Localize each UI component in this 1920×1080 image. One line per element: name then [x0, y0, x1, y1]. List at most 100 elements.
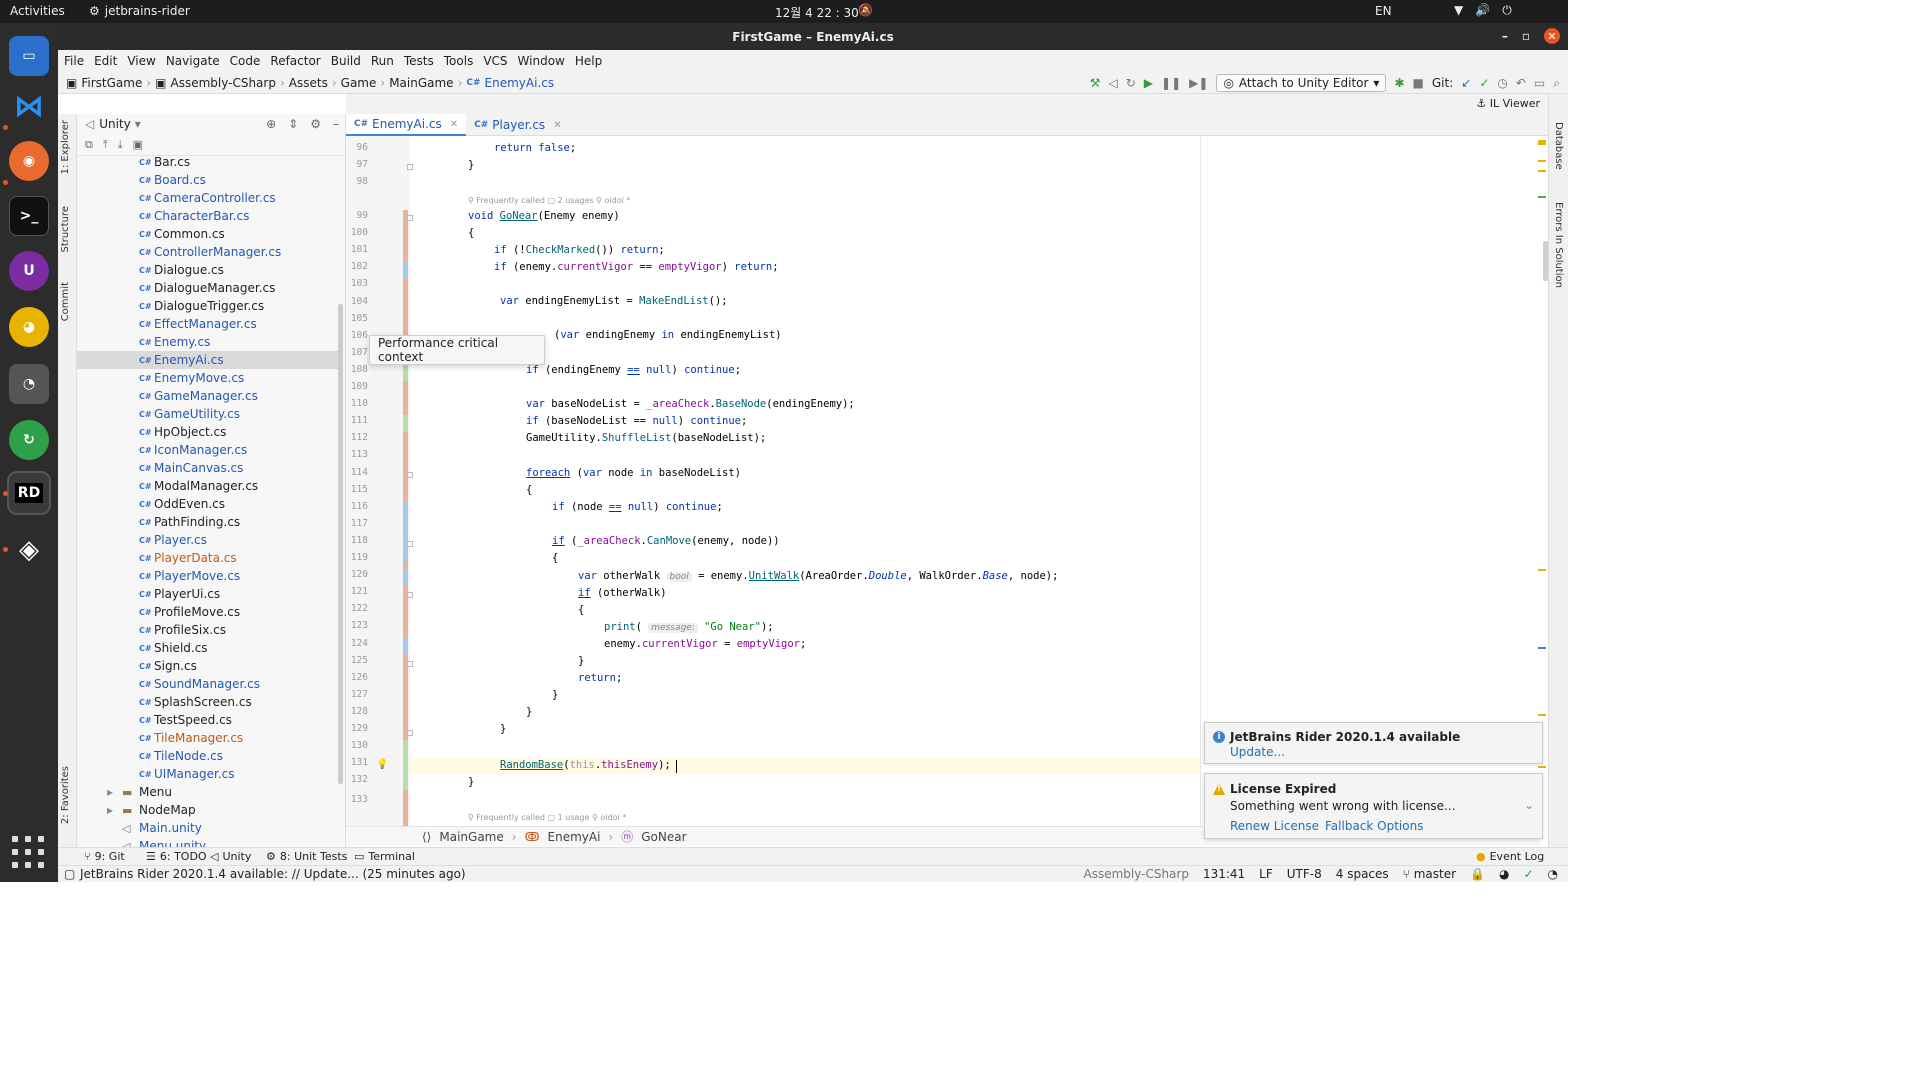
expand-chevron-icon[interactable]: ⌄ [1524, 798, 1534, 812]
menu-window[interactable]: Window [518, 54, 565, 68]
menu-vcs[interactable]: VCS [483, 54, 507, 68]
file-tree-item[interactable]: C# GameUtility.cs [77, 405, 339, 423]
menu-tests[interactable]: Tests [404, 54, 434, 68]
terminal-toolwindow[interactable]: ▭ Terminal [354, 850, 415, 863]
menu-build[interactable]: Build [331, 54, 361, 68]
breadcrumb-game[interactable]: Game [341, 76, 377, 90]
status-caret-position[interactable]: 131:41 [1203, 867, 1245, 881]
warning-marker[interactable] [1538, 714, 1546, 716]
file-tree-item[interactable]: C# PathFinding.cs [77, 513, 339, 531]
scene-tree-item[interactable]: ◁ Menu.unity [77, 837, 339, 847]
unit-tests-toolwindow[interactable]: ⚙ 8: Unit Tests [266, 850, 347, 863]
file-tree-item[interactable]: C# ProfileMove.cs [77, 603, 339, 621]
locate-icon[interactable]: ⊕ [266, 117, 276, 131]
scene-tree-item[interactable]: ◁ Main.unity [77, 819, 339, 837]
status-encoding[interactable]: UTF-8 [1287, 867, 1322, 881]
lock-icon[interactable]: 🔒 [1470, 867, 1485, 881]
notifications-muted-icon[interactable]: 🔕 [858, 3, 873, 17]
breadcrumb-solution[interactable]: FirstGame [81, 76, 142, 90]
stop-icon[interactable]: ■ [1413, 76, 1424, 90]
tab-player[interactable]: C# Player.cs ✕ [466, 114, 569, 136]
menu-code[interactable]: Code [230, 54, 261, 68]
menu-refactor[interactable]: Refactor [270, 54, 320, 68]
gear-icon[interactable]: ⚙ [310, 117, 321, 131]
file-tree-item[interactable]: C# CharacterBar.cs [77, 207, 339, 225]
change-marker[interactable] [1538, 196, 1546, 198]
unity-toggle-icon[interactable]: ◁ [1109, 76, 1118, 90]
editor-gutter[interactable]: 96 97 98 99 100 101 102 103 104 105 106 107 108 109 11… [346, 136, 413, 826]
menu-edit[interactable]: Edit [94, 54, 117, 68]
collapse-all-icon[interactable]: ⤓ [118, 138, 123, 152]
activities-button[interactable]: Activities [10, 4, 65, 18]
file-tree-item[interactable]: C# TileNode.cs [77, 747, 339, 765]
status-toggle-icon[interactable]: ▢ [64, 867, 75, 881]
inspection-icon[interactable]: ◕ [1499, 867, 1509, 881]
file-tree-item[interactable]: C# ControllerManager.cs [77, 243, 339, 261]
file-tree-item[interactable]: C# EnemyAi.cs [77, 351, 339, 369]
collapse-icon[interactable]: ⇕ [288, 117, 298, 131]
status-indent[interactable]: 4 spaces [1336, 867, 1389, 881]
close-icon[interactable]: ✕ [1544, 28, 1560, 44]
renew-license-link[interactable]: Renew License [1230, 819, 1319, 833]
crumb-class-enemyai[interactable]: EnemyAi [548, 830, 601, 844]
code-vision-lens[interactable]: ⚲ Frequently called ▢ 2 usages ⚲ oidoi * [468, 196, 630, 205]
vcs-change-marker[interactable] [403, 501, 408, 561]
run-icon[interactable]: ▶ [1144, 76, 1153, 90]
todo-toolwindow[interactable]: ☰ 6: TODO [146, 850, 207, 863]
file-tree-item[interactable]: C# Enemy.cs [77, 333, 339, 351]
file-tree-item[interactable]: C# Common.cs [77, 225, 339, 243]
maximize-icon[interactable]: ▫ [1522, 29, 1530, 43]
fold-marker[interactable] [407, 730, 413, 736]
file-tree-item[interactable]: C# SoundManager.cs [77, 675, 339, 693]
file-tree-item[interactable]: C# Board.cs [77, 171, 339, 189]
file-tree-item[interactable]: C# SplashScreen.cs [77, 693, 339, 711]
git-commit-icon[interactable]: ✓ [1479, 76, 1489, 90]
menu-navigate[interactable]: Navigate [166, 54, 220, 68]
file-tree-item[interactable]: C# ModalManager.cs [77, 477, 339, 495]
preview-icon[interactable]: ▣ [133, 138, 143, 151]
hide-panel-icon[interactable]: – [333, 117, 339, 131]
file-tree-item[interactable]: C# PlayerMove.cs [77, 567, 339, 585]
vcs-change-marker[interactable] [403, 570, 408, 586]
fallback-options-link[interactable]: Fallback Options [1325, 819, 1423, 833]
warning-marker[interactable] [1538, 140, 1546, 145]
refresh-icon[interactable]: ↻ [1126, 76, 1136, 90]
memory-icon[interactable]: ◔ [1548, 867, 1558, 881]
expand-arrow-icon[interactable]: ▸ [107, 785, 113, 799]
file-tree-item[interactable]: C# PlayerUi.cs [77, 585, 339, 603]
firefox-app-icon[interactable]: ◉ [9, 141, 49, 181]
input-language[interactable]: EN [1375, 4, 1392, 18]
chevron-down-icon[interactable]: ▾ [135, 117, 141, 131]
app-menu[interactable]: ⚙ jetbrains-rider [89, 4, 190, 18]
run-configuration-select[interactable]: ◎ Attach to Unity Editor ▾ [1216, 74, 1387, 92]
build-hammer-icon[interactable]: ⚒ [1090, 76, 1101, 90]
menu-help[interactable]: Help [575, 54, 602, 68]
vcs-change-marker[interactable] [403, 364, 408, 381]
git-history-icon[interactable]: ◷ [1497, 76, 1507, 90]
expand-arrow-icon[interactable]: ▸ [107, 803, 113, 817]
database-tab[interactable]: Database [1553, 122, 1564, 170]
file-tree-item[interactable]: C# Player.cs [77, 531, 339, 549]
file-tree-item[interactable]: C# CameraController.cs [77, 189, 339, 207]
ubuntu-software-icon[interactable]: U [9, 251, 49, 291]
file-tree-item[interactable]: C# TestSpeed.cs [77, 711, 339, 729]
errors-in-solution-tab[interactable]: Errors In Solution [1553, 202, 1564, 288]
git-toolwindow[interactable]: ⑂ 9: Git [84, 850, 125, 863]
vcs-change-marker[interactable] [403, 415, 408, 432]
layout-icon[interactable]: ▭ [1534, 76, 1545, 90]
close-icon[interactable]: ✕ [553, 120, 561, 131]
status-branch[interactable]: ⑂ master [1403, 867, 1456, 881]
lightbulb-icon[interactable]: 💡 [376, 759, 388, 770]
window-titlebar[interactable]: FirstGame – EnemyAi.cs – ▫ ✕ [58, 23, 1568, 50]
warning-marker[interactable] [1538, 569, 1546, 571]
file-tree-item[interactable]: C# IconManager.cs [77, 441, 339, 459]
show-applications-icon[interactable] [12, 836, 46, 870]
git-rollback-icon[interactable]: ↶ [1516, 76, 1526, 90]
menu-run[interactable]: Run [371, 54, 394, 68]
file-tree-item[interactable]: C# HpObject.cs [77, 423, 339, 441]
folder-tree-item[interactable]: ▸ ▬ Menu [77, 783, 339, 801]
file-tree-item[interactable]: C# UIManager.cs [77, 765, 339, 783]
file-tree-item[interactable]: C# DialogueTrigger.cs [77, 297, 339, 315]
warning-marker[interactable] [1538, 160, 1546, 162]
files-app-icon[interactable]: ▭ [9, 36, 49, 76]
